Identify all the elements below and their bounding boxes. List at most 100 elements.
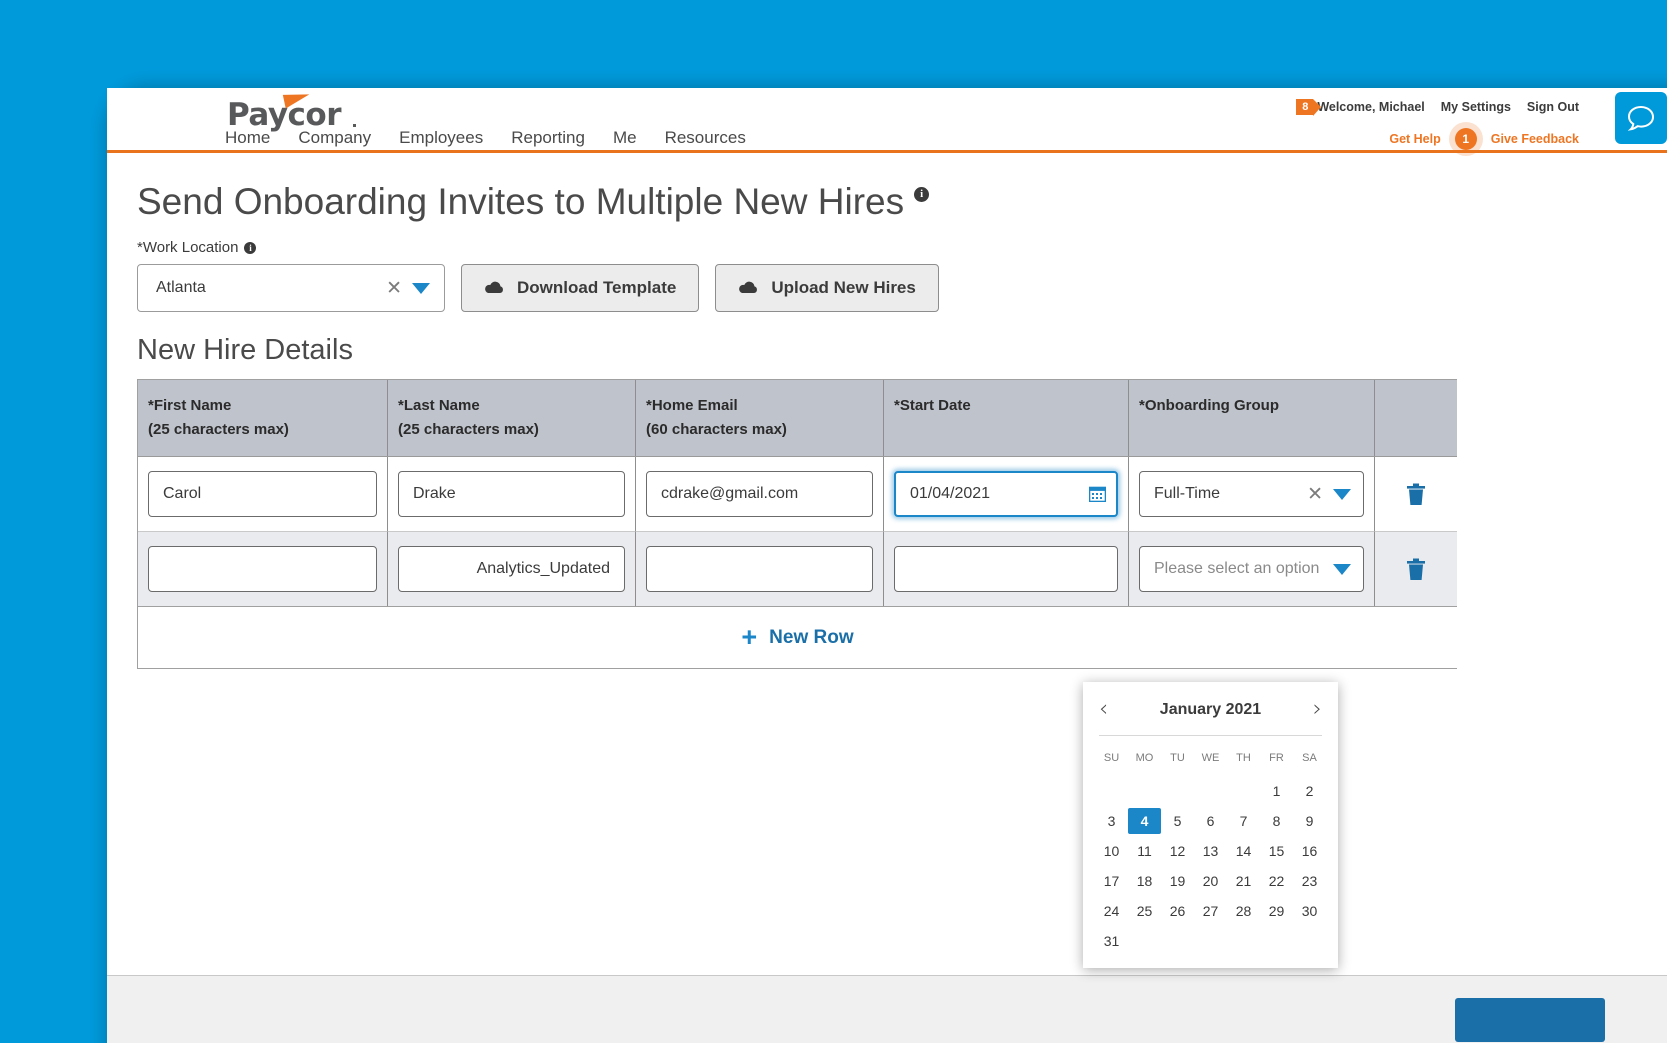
table-footer: + New Row [138, 606, 1457, 668]
calendar-day[interactable]: 15 [1260, 838, 1293, 864]
new-hire-table: *First Name (25 characters max) *Last Na… [137, 379, 1457, 669]
work-location-value: Atlanta [156, 279, 206, 296]
home-email-input[interactable] [646, 471, 873, 517]
calendar-day[interactable]: 18 [1128, 868, 1161, 894]
calendar-day[interactable]: 6 [1194, 808, 1227, 834]
nav-item-home[interactable]: Home [225, 128, 270, 148]
column-header-start-date: *Start Date [884, 380, 1129, 456]
chevron-down-icon[interactable] [1333, 488, 1351, 500]
column-header-home-email: *Home Email (60 characters max) [636, 380, 884, 456]
column-title: *Onboarding Group [1139, 397, 1279, 414]
calendar-weekday: FR [1269, 752, 1284, 764]
start-date-input[interactable] [894, 471, 1118, 517]
first-name-input[interactable] [148, 471, 377, 517]
calendar-day[interactable]: 5 [1161, 808, 1194, 834]
nav-item-company[interactable]: Company [298, 128, 371, 148]
calendar-day[interactable]: 29 [1260, 898, 1293, 924]
welcome-group[interactable]: 8 Welcome, Michael [1296, 99, 1425, 116]
chevron-down-icon[interactable] [1333, 563, 1351, 575]
calendar-day[interactable]: 28 [1227, 898, 1260, 924]
page-content: Send Onboarding Invites to Multiple New … [107, 153, 1667, 669]
calendar-day[interactable]: 7 [1227, 808, 1260, 834]
calendar-day[interactable]: 9 [1293, 808, 1326, 834]
submit-button[interactable] [1455, 998, 1605, 1042]
calendar-day[interactable]: 30 [1293, 898, 1326, 924]
page-title-text: Send Onboarding Invites to Multiple New … [137, 181, 905, 222]
chat-support-button[interactable] [1615, 92, 1667, 144]
info-icon[interactable]: i [914, 186, 930, 202]
calendar-day[interactable]: 11 [1128, 838, 1161, 864]
work-location-select[interactable]: Atlanta ✕ [137, 264, 445, 312]
app-header: Paycor Home Company Employees Reporting … [107, 88, 1667, 156]
help-count-badge[interactable]: 1 [1454, 128, 1477, 150]
give-feedback-link[interactable]: Give Feedback [1491, 132, 1579, 146]
start-date-wrapper [894, 471, 1118, 517]
calendar-day[interactable]: 16 [1293, 838, 1326, 864]
my-settings-link[interactable]: My Settings [1441, 100, 1511, 114]
calendar-day[interactable]: 23 [1293, 868, 1326, 894]
cloud-icon [739, 281, 758, 293]
calendar-icon[interactable] [1089, 486, 1106, 502]
get-help-link[interactable]: Get Help [1389, 132, 1440, 146]
calendar-day[interactable]: 22 [1260, 868, 1293, 894]
calendar-day[interactable]: 1 [1260, 778, 1293, 804]
calendar-day[interactable]: 3 [1095, 808, 1128, 834]
clear-icon[interactable]: ✕ [376, 277, 412, 299]
calendar-day[interactable]: 12 [1161, 838, 1194, 864]
upload-new-hires-button[interactable]: Upload New Hires [715, 264, 939, 312]
calendar-divider [1099, 735, 1322, 736]
calendar-grid: SU MO TU WE TH FR SA 1 2 3 4 5 6 7 8 9 10 11 12 13 14 15 16 17 1… [1083, 746, 1338, 954]
calendar-weekday: MO [1135, 752, 1154, 764]
last-name-input[interactable] [398, 546, 625, 592]
calendar-day[interactable]: 26 [1161, 898, 1194, 924]
cell-first-name [138, 531, 388, 606]
calendar-day[interactable]: 17 [1095, 868, 1128, 894]
calendar-day[interactable]: 31 [1095, 928, 1128, 954]
prev-month-icon[interactable]: ‹ [1099, 698, 1108, 721]
nav-item-resources[interactable]: Resources [665, 128, 746, 148]
calendar-day[interactable]: 24 [1095, 898, 1128, 924]
nav-item-reporting[interactable]: Reporting [511, 128, 585, 148]
column-header-last-name: *Last Name (25 characters max) [388, 380, 636, 456]
cell-delete-action [1375, 457, 1457, 531]
work-location-label-text: *Work Location [137, 239, 239, 256]
calendar-weekday: WE [1201, 752, 1220, 764]
start-date-input[interactable] [894, 546, 1118, 592]
column-subtitle: (60 characters max) [646, 421, 787, 438]
new-row-button[interactable]: + New Row [741, 623, 853, 650]
work-location-info-icon[interactable]: i [244, 241, 257, 254]
first-name-input[interactable] [148, 546, 377, 592]
calendar-day-selected[interactable]: 4 [1128, 808, 1161, 834]
calendar-day[interactable]: 19 [1161, 868, 1194, 894]
cell-delete-action [1375, 531, 1457, 606]
calendar-day[interactable]: 8 [1260, 808, 1293, 834]
calendar-day[interactable]: 13 [1194, 838, 1227, 864]
onboarding-group-select[interactable]: Full-Time ✕ [1139, 471, 1364, 517]
help-badge-wrap: 1 [1448, 122, 1483, 156]
chevron-down-icon[interactable] [412, 282, 430, 294]
start-date-wrapper [894, 546, 1118, 592]
calendar-day[interactable]: 20 [1194, 868, 1227, 894]
nav-item-employees[interactable]: Employees [399, 128, 483, 148]
home-email-input[interactable] [646, 546, 873, 592]
calendar-day[interactable]: 14 [1227, 838, 1260, 864]
welcome-user-link[interactable]: Welcome, Michael [1317, 100, 1424, 114]
clear-icon[interactable]: ✕ [1297, 483, 1333, 505]
calendar-day[interactable]: 25 [1128, 898, 1161, 924]
work-location-label: *Work Location i [137, 239, 1667, 256]
calendar-day[interactable]: 27 [1194, 898, 1227, 924]
trash-icon[interactable] [1406, 558, 1426, 581]
last-name-input[interactable] [398, 471, 625, 517]
calendar-day[interactable]: 21 [1227, 868, 1260, 894]
trash-icon[interactable] [1406, 483, 1426, 506]
calendar-day[interactable]: 2 [1293, 778, 1326, 804]
alert-count-badge[interactable]: 8 [1296, 99, 1322, 116]
utility-navigation: 8 Welcome, Michael My Settings Sign Out [1296, 99, 1579, 116]
calendar-day[interactable]: 10 [1095, 838, 1128, 864]
column-title: *Last Name [398, 397, 480, 414]
next-month-icon[interactable]: › [1313, 698, 1322, 721]
onboarding-group-select[interactable]: Please select an option [1139, 546, 1364, 592]
download-template-button[interactable]: Download Template [461, 264, 700, 312]
nav-item-me[interactable]: Me [613, 128, 637, 148]
sign-out-link[interactable]: Sign Out [1527, 100, 1579, 114]
